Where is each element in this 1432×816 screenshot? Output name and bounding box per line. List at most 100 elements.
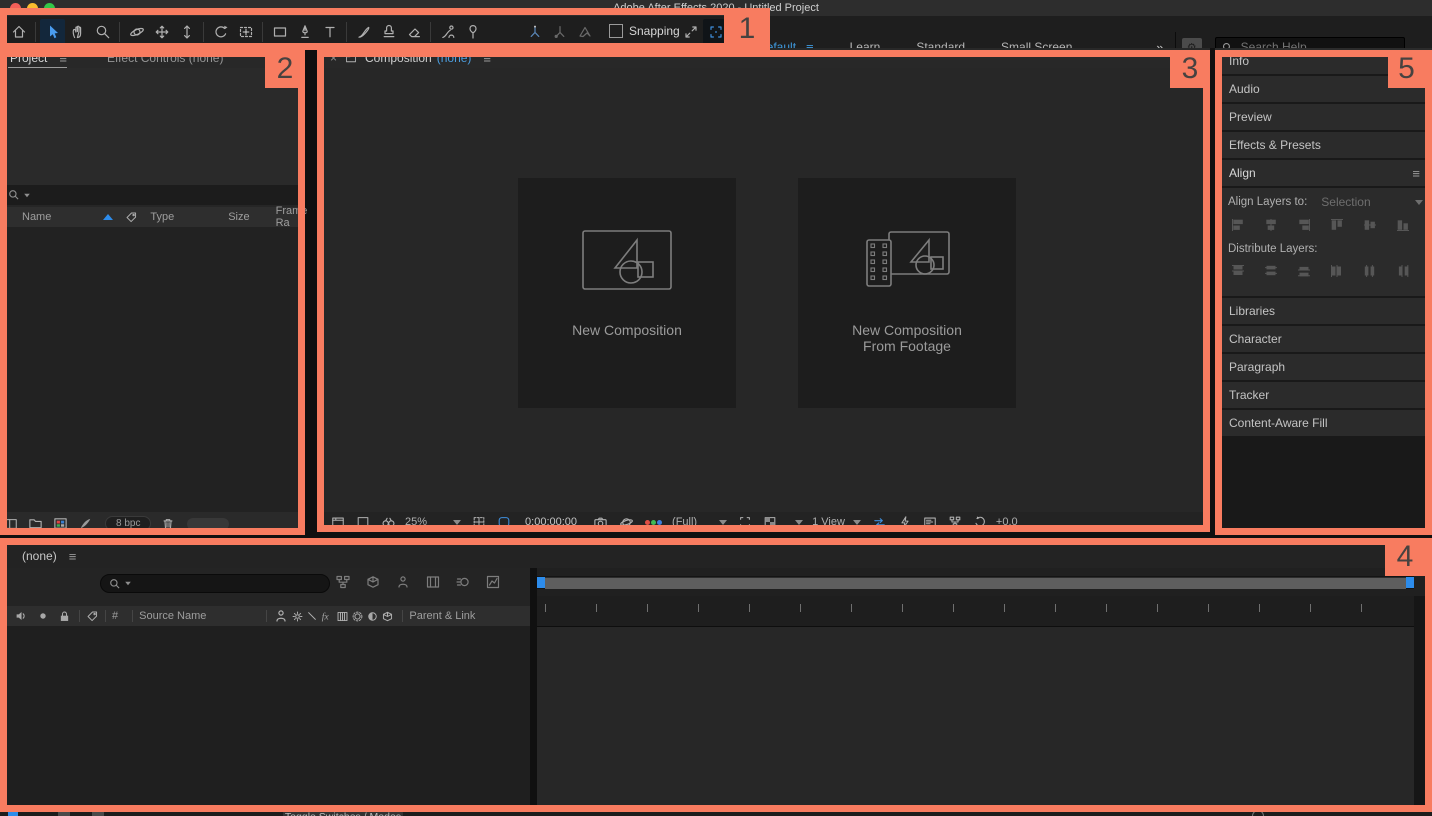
adjustment-switch-icon[interactable] bbox=[366, 610, 379, 623]
type-tool-icon[interactable] bbox=[317, 19, 342, 45]
grid-guides-icon[interactable] bbox=[472, 515, 486, 529]
vertical-scrollbar[interactable] bbox=[1414, 596, 1432, 808]
lock-column-icon[interactable] bbox=[58, 610, 71, 623]
zoom-caret-icon[interactable] bbox=[453, 520, 461, 525]
label-column-icon[interactable] bbox=[125, 211, 138, 224]
close-tab-icon[interactable]: × bbox=[330, 51, 337, 65]
align-selection-dropdown[interactable]: Selection bbox=[1321, 195, 1370, 209]
sun-switch-icon[interactable] bbox=[291, 610, 304, 623]
snapping-checkbox[interactable] bbox=[609, 24, 623, 38]
sidebar-panel-libraries[interactable]: Libraries bbox=[1215, 298, 1432, 324]
eraser-tool-icon[interactable] bbox=[401, 19, 426, 45]
fast-previews-icon[interactable] bbox=[898, 515, 912, 529]
zoom-level-value[interactable]: 25% bbox=[405, 516, 427, 528]
dist-left-icon[interactable] bbox=[1325, 262, 1349, 280]
track-area[interactable] bbox=[537, 627, 1414, 808]
time-navigator-bar[interactable] bbox=[545, 577, 1406, 589]
color-depth-button[interactable]: 8 bpc bbox=[105, 516, 151, 531]
home-tool-icon[interactable] bbox=[6, 19, 31, 45]
dist-right-icon[interactable] bbox=[1391, 262, 1415, 280]
search-options-caret-icon[interactable] bbox=[125, 582, 131, 586]
magnification-icon[interactable] bbox=[381, 515, 396, 530]
marquee-icon[interactable] bbox=[703, 19, 728, 45]
sidebar-panel-tracker[interactable]: Tracker bbox=[1215, 382, 1432, 408]
safe-margins-icon[interactable] bbox=[356, 515, 370, 529]
shy-icon[interactable] bbox=[395, 574, 411, 590]
tab-effect-controls[interactable]: Effect Controls (none) bbox=[107, 51, 224, 65]
resolution-value[interactable]: (Full) bbox=[672, 516, 697, 528]
column-type[interactable]: Type bbox=[150, 211, 174, 223]
audio-column-icon[interactable] bbox=[14, 609, 28, 623]
time-ruler[interactable] bbox=[537, 596, 1414, 627]
graph-editor-icon[interactable] bbox=[485, 574, 501, 590]
timeline-button-icon[interactable] bbox=[923, 515, 937, 529]
interpret-footage-icon[interactable] bbox=[4, 517, 18, 531]
toggle-switches-modes-button[interactable]: Toggle Switches / Modes bbox=[283, 810, 403, 816]
column-name[interactable]: Name bbox=[22, 211, 51, 223]
puppet-pin-tool-icon[interactable] bbox=[460, 19, 485, 45]
mask-visibility-icon[interactable] bbox=[497, 515, 511, 529]
column-size[interactable]: Size bbox=[228, 211, 249, 223]
composition-panel-menu-icon[interactable]: ≡ bbox=[483, 51, 491, 66]
selection-tool-icon[interactable] bbox=[40, 19, 65, 45]
align-selection-caret-icon[interactable] bbox=[1415, 200, 1423, 205]
reset-exposure-icon[interactable] bbox=[973, 515, 987, 529]
frame-blend2-switch-icon[interactable] bbox=[336, 610, 349, 623]
motion-blur-icon[interactable] bbox=[455, 574, 471, 590]
project-search-field[interactable] bbox=[0, 185, 305, 205]
rectangle-tool-icon[interactable] bbox=[267, 19, 292, 45]
cube-switch-icon[interactable] bbox=[381, 610, 394, 623]
hand-tool-icon[interactable] bbox=[65, 19, 90, 45]
new-composition-from-footage-card[interactable]: New Composition From Footage bbox=[798, 178, 1016, 408]
orbit-camera-tool-icon[interactable] bbox=[124, 19, 149, 45]
sidebar-panel-character[interactable]: Character bbox=[1215, 326, 1432, 352]
timeline-search-field[interactable] bbox=[100, 574, 330, 593]
timeline-pane-divider[interactable] bbox=[530, 568, 537, 808]
graph-icon[interactable] bbox=[92, 810, 104, 816]
project-panel-menu-icon[interactable]: ≡ bbox=[59, 51, 67, 66]
new-composition-card[interactable]: New Composition bbox=[518, 178, 736, 408]
view-layout-caret-icon[interactable] bbox=[795, 520, 803, 525]
view-layout-value[interactable]: 1 View bbox=[812, 516, 845, 528]
column-parent-link[interactable]: Parent & Link bbox=[409, 610, 475, 622]
align-top-icon[interactable] bbox=[1325, 216, 1349, 234]
in-out-icon[interactable] bbox=[8, 810, 18, 816]
horizontal-scrollbar[interactable] bbox=[187, 518, 229, 530]
dist-center-h-icon[interactable] bbox=[1358, 262, 1382, 280]
comp-flowchart-icon[interactable] bbox=[948, 515, 962, 529]
timeline-tab[interactable]: (none) bbox=[22, 549, 57, 563]
shrink-arrows-icon[interactable] bbox=[678, 19, 703, 45]
current-time-value[interactable]: 0:00:00:00 bbox=[525, 516, 577, 528]
align-center-h-icon[interactable] bbox=[1259, 216, 1283, 234]
fx-switch-icon[interactable]: fx bbox=[320, 609, 334, 623]
pan-camera-tool-icon[interactable] bbox=[149, 19, 174, 45]
sidebar-panel-info[interactable]: Info bbox=[1215, 48, 1432, 74]
expand-icon[interactable] bbox=[58, 810, 70, 816]
sidebar-panel-effects-presets[interactable]: Effects & Presets bbox=[1215, 132, 1432, 158]
layer-list-area[interactable] bbox=[0, 626, 530, 808]
video-column-icon[interactable] bbox=[37, 610, 49, 622]
view-axis-icon[interactable] bbox=[572, 19, 597, 45]
align-right-icon[interactable] bbox=[1292, 216, 1316, 234]
exposure-value[interactable]: +0.0 bbox=[996, 516, 1018, 528]
transparency-grid-icon[interactable] bbox=[763, 515, 777, 529]
align-panel-title[interactable]: Align bbox=[1229, 166, 1256, 180]
delete-icon[interactable] bbox=[161, 517, 175, 531]
always-preview-icon[interactable] bbox=[331, 515, 345, 529]
zoom-tool-icon[interactable] bbox=[90, 19, 115, 45]
view-caret-icon[interactable] bbox=[853, 520, 861, 525]
dist-center-v-icon[interactable] bbox=[1259, 262, 1283, 280]
frame-blend-icon[interactable] bbox=[425, 574, 441, 590]
pixel-aspect-correction-icon[interactable] bbox=[872, 515, 887, 530]
brainstorm-icon[interactable] bbox=[1252, 810, 1264, 816]
column-frame-rate[interactable]: Frame Ra bbox=[276, 205, 308, 229]
column-number[interactable]: # bbox=[112, 610, 118, 622]
tab-composition[interactable]: Composition bbox=[365, 51, 432, 65]
sidebar-panel-content-aware-fill[interactable]: Content-Aware Fill bbox=[1215, 410, 1432, 436]
new-folder-icon[interactable] bbox=[28, 516, 43, 531]
shy-switch-icon[interactable] bbox=[273, 608, 289, 624]
column-source-name[interactable]: Source Name bbox=[139, 610, 206, 622]
navigator-start-handle[interactable] bbox=[537, 577, 545, 588]
local-axis-icon[interactable] bbox=[522, 19, 547, 45]
roto-brush-tool-icon[interactable] bbox=[435, 19, 460, 45]
